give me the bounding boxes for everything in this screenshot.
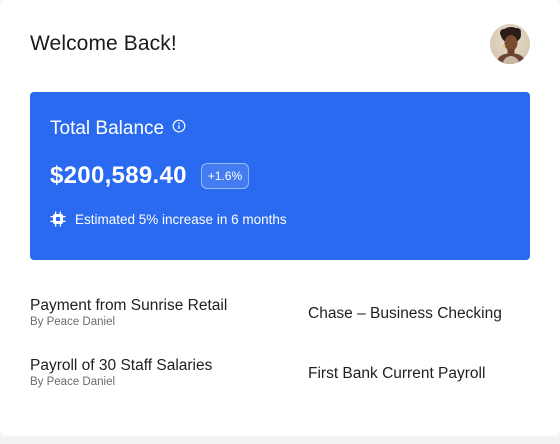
avatar[interactable] <box>490 24 530 64</box>
transaction-title: Payment from Sunrise Retail <box>30 297 228 314</box>
transaction-author: By Peace Daniel <box>30 376 116 388</box>
balance-label-row: Total Balance <box>50 118 186 140</box>
estimate-row: Estimated 5% increase in 6 months <box>50 211 287 227</box>
info-icon[interactable] <box>172 119 186 133</box>
transaction-author: By Peace Daniel <box>30 316 116 328</box>
balance-card: Total Balance $200,589.40 +1.6% Estimate… <box>30 92 530 260</box>
chip-icon <box>50 211 66 227</box>
transaction-account: First Bank Current Payroll <box>308 365 486 382</box>
amount-row: $200,589.40 +1.6% <box>50 162 250 190</box>
balance-label: Total Balance <box>50 118 165 139</box>
balance-amount: $200,589.40 <box>50 162 187 189</box>
user-avatar-photo-icon <box>496 27 526 64</box>
transaction-info: Payroll of 30 Staff Salaries By Peace Da… <box>30 356 212 388</box>
page-title: Welcome Back! <box>30 32 177 55</box>
header: Welcome Back! <box>30 22 530 66</box>
change-badge: +1.6% <box>200 163 250 189</box>
transaction-info: Payment from Sunrise Retail By Peace Dan… <box>30 296 227 328</box>
transaction-list: Payment from Sunrise Retail By Peace Dan… <box>30 296 530 416</box>
transaction-account: Chase – Business Checking <box>308 305 502 322</box>
transaction-title: Payroll of 30 Staff Salaries <box>30 357 213 374</box>
transaction-row[interactable]: Payroll of 30 Staff Salaries By Peace Da… <box>30 356 530 416</box>
dashboard-card: Welcome Back! Total Balance $200,589.40 … <box>0 0 560 436</box>
transaction-row[interactable]: Payment from Sunrise Retail By Peace Dan… <box>30 296 530 356</box>
estimate-text: Estimated 5% increase in 6 months <box>75 211 287 227</box>
